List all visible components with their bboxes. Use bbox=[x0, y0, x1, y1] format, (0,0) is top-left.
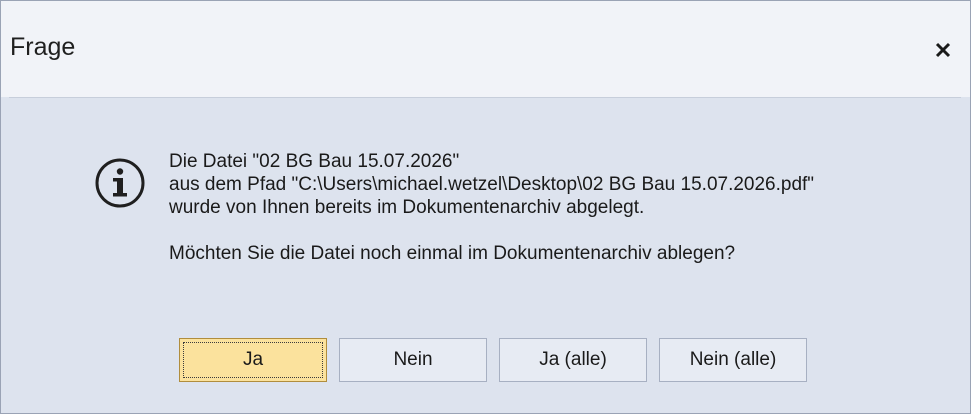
info-icon bbox=[94, 157, 146, 209]
nein-alle-button[interactable]: Nein (alle) bbox=[659, 338, 807, 382]
close-icon bbox=[935, 42, 951, 58]
message-text: Die Datei "02 BG Bau 15.07.2026" aus dem… bbox=[169, 150, 814, 265]
message-line-2: aus dem Pfad "C:\Users\michael.wetzel\De… bbox=[169, 174, 815, 195]
message-line-1: Die Datei "02 BG Bau 15.07.2026" bbox=[169, 151, 460, 172]
dialog-content: Die Datei "02 BG Bau 15.07.2026" aus dem… bbox=[9, 97, 961, 410]
ja-alle-button-label: Ja (alle) bbox=[539, 349, 607, 370]
message-question: Möchten Sie die Datei noch einmal im Dok… bbox=[169, 243, 736, 264]
ja-alle-button[interactable]: Ja (alle) bbox=[499, 338, 647, 382]
ja-button[interactable]: Ja bbox=[179, 338, 327, 382]
close-button[interactable] bbox=[930, 37, 956, 63]
title-bar: Frage bbox=[1, 1, 970, 97]
nein-alle-button-label: Nein (alle) bbox=[689, 349, 777, 370]
nein-button[interactable]: Nein bbox=[339, 338, 487, 382]
nein-button-label: Nein bbox=[393, 349, 433, 370]
dialog-title: Frage bbox=[10, 33, 76, 61]
ja-button-label: Ja bbox=[242, 349, 264, 370]
message-line-3: wurde von Ihnen bereits im Dokumentenarc… bbox=[169, 197, 645, 218]
question-dialog: Frage Die Datei "02 BG Bau 15.07.2026" a… bbox=[0, 0, 971, 414]
